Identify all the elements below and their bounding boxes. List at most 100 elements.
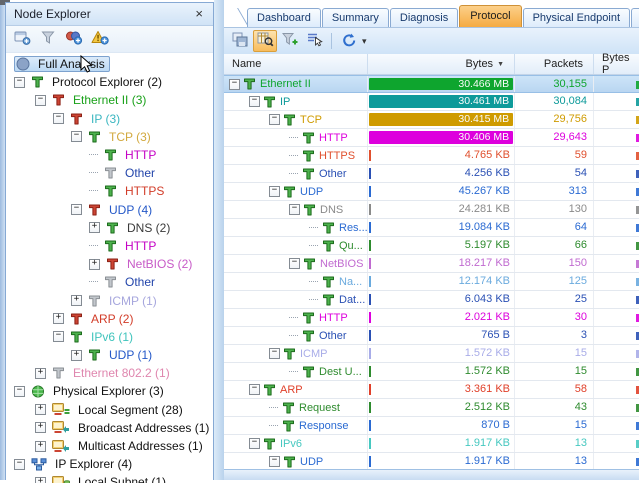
protocol-row-dat[interactable]: Dat... 6.043 KB 25 — [224, 291, 639, 309]
collapse-icon[interactable]: − — [269, 186, 280, 197]
tab-protocol[interactable]: Protocol — [459, 5, 522, 27]
bytes-value: 765 B — [481, 329, 510, 341]
tree-item-other[interactable]: Other — [6, 273, 213, 291]
expand-icon[interactable]: + — [71, 349, 82, 361]
tree-item-broadcast-addresses-1[interactable]: + Broadcast Addresses (1) — [6, 419, 213, 437]
tab-physical-endpoint[interactable]: Physical Endpoint — [522, 8, 631, 27]
tab-diagnosis[interactable]: Diagnosis — [389, 8, 459, 27]
panel-splitter[interactable] — [214, 0, 224, 480]
horizontal-scrollbar[interactable] — [224, 469, 639, 480]
tree-item-https[interactable]: HTTPS — [6, 182, 213, 200]
protocol-row-udp[interactable]: − UDP 45.267 KB 313 — [224, 183, 639, 201]
expand-icon[interactable]: + — [35, 440, 46, 452]
protocol-row-ipv6[interactable]: − IPv6 1.917 KB 13 — [224, 435, 639, 453]
export-button[interactable] — [229, 31, 251, 51]
tab-dashboard[interactable]: Dashboard — [247, 8, 321, 27]
collapse-icon[interactable]: − — [289, 204, 300, 215]
collapse-icon[interactable]: − — [53, 331, 64, 343]
collapse-icon[interactable]: − — [35, 94, 46, 106]
protocol-row-icmp[interactable]: − ICMP 1.572 KB 15 — [224, 345, 639, 363]
protocol-row-other[interactable]: Other 4.256 KB 54 — [224, 165, 639, 183]
tree-item-label: IP (3) — [91, 111, 121, 126]
display-filter-button[interactable] — [253, 30, 277, 52]
expand-icon[interactable]: + — [71, 295, 82, 307]
tree-item-udp-4[interactable]: − UDP (4) — [6, 201, 213, 219]
add-alarm-button[interactable] — [88, 29, 112, 49]
locate-node-button[interactable] — [303, 31, 325, 51]
collapse-icon[interactable]: − — [269, 114, 280, 125]
expand-icon[interactable]: + — [35, 404, 46, 416]
tree-item-ip-explorer-4[interactable]: − IP Explorer (4) — [6, 455, 213, 473]
protocol-row-tcp[interactable]: − TCP 30.415 MB 29,756 — [224, 111, 639, 129]
collapse-icon[interactable]: − — [229, 78, 240, 90]
tree-item-tcp-3[interactable]: − TCP (3) — [6, 128, 213, 146]
collapse-icon[interactable]: − — [53, 113, 64, 125]
collapse-icon[interactable]: − — [269, 456, 280, 467]
tree-item-label: IP Explorer (4) — [55, 457, 133, 472]
tree-item-physical-explorer-3[interactable]: − Physical Explorer (3) — [6, 382, 213, 400]
close-icon[interactable]: × — [193, 4, 205, 24]
expand-icon[interactable]: + — [89, 258, 100, 270]
protocol-row-http[interactable]: HTTP 2.021 KB 30 — [224, 309, 639, 327]
tree-item-full-analysis[interactable]: Full Analysis — [6, 55, 213, 73]
collapse-icon[interactable]: − — [71, 131, 82, 143]
protocol-row-response[interactable]: Response 870 B 15 — [224, 417, 639, 435]
protocol-row-https[interactable]: HTTPS 4.765 KB 59 — [224, 147, 639, 165]
tree-item-netbios-2[interactable]: + NetBIOS (2) — [6, 255, 213, 273]
tree-item-local-segment-28[interactable]: + Local Segment (28) — [6, 401, 213, 419]
tab-summary[interactable]: Summary — [321, 8, 389, 27]
collapse-icon[interactable]: − — [269, 348, 280, 359]
tree-item-http[interactable]: HTTP — [6, 237, 213, 255]
collapse-icon[interactable]: − — [14, 458, 25, 470]
tree-item-ethernet-802-2-1[interactable]: + Ethernet 802.2 (1) — [6, 364, 213, 382]
filter-button[interactable] — [36, 29, 60, 49]
tree-connector — [309, 280, 318, 283]
tree-item-ipv6-1[interactable]: − IPv6 (1) — [6, 328, 213, 346]
tree-item-ip-3[interactable]: − IP (3) — [6, 110, 213, 128]
protocol-row-netbios[interactable]: − NetBIOS 18.217 KB 150 — [224, 255, 639, 273]
protocol-row-arp[interactable]: − ARP 3.361 KB 58 — [224, 381, 639, 399]
add-profile-button[interactable] — [10, 29, 34, 49]
collapse-icon[interactable]: − — [71, 204, 82, 216]
tree-item-protocol-explorer-2[interactable]: − Protocol Explorer (2) — [6, 73, 213, 91]
tree-item-multicast-addresses-1[interactable]: + Multicast Addresses (1) — [6, 437, 213, 455]
tree-item-local-subnet-1[interactable]: + Local Subnet (1) — [6, 473, 213, 483]
column-header-bytes-p[interactable]: Bytes P — [594, 52, 639, 76]
protocol-row-ip[interactable]: − IP 30.461 MB 30,084 — [224, 93, 639, 111]
cell-bytes-per-second — [594, 183, 639, 200]
collapse-icon[interactable]: − — [14, 385, 25, 397]
collapse-icon[interactable]: − — [249, 96, 260, 107]
tree-item-other[interactable]: Other — [6, 164, 213, 182]
protocol-row-other[interactable]: Other 765 B 3 — [224, 327, 639, 345]
column-header-name[interactable]: Name — [224, 54, 368, 74]
expand-icon[interactable]: + — [35, 422, 46, 434]
collapse-icon[interactable]: − — [289, 258, 300, 269]
protocol-row-ethernet-ii[interactable]: − Ethernet II 30.466 MB 30,155 — [224, 75, 639, 93]
protocol-row-qu[interactable]: Qu... 5.197 KB 66 — [224, 237, 639, 255]
add-node-group-button[interactable] — [62, 29, 86, 49]
protocol-row-dest-u[interactable]: Dest U... 1.572 KB 15 — [224, 363, 639, 381]
tree-item-dns-2[interactable]: + DNS (2) — [6, 219, 213, 237]
collapse-icon[interactable]: − — [14, 76, 25, 88]
refresh-dropdown[interactable]: ▾ — [362, 36, 367, 47]
protocol-row-na[interactable]: Na... 12.174 KB 125 — [224, 273, 639, 291]
protocol-row-http[interactable]: HTTP 30.406 MB 29,643 — [224, 129, 639, 147]
tab-ip-endpoint[interactable]: IP Endpoint — [631, 8, 639, 27]
protocol-row-request[interactable]: Request 2.512 KB 43 — [224, 399, 639, 417]
tree-item-icmp-1[interactable]: + ICMP (1) — [6, 291, 213, 309]
collapse-icon[interactable]: − — [249, 438, 260, 449]
protocol-row-res[interactable]: Res... 19.084 KB 64 — [224, 219, 639, 237]
expand-icon[interactable]: + — [35, 367, 46, 379]
column-header-bytes[interactable]: Bytes ▼ — [368, 54, 515, 74]
expand-icon[interactable]: + — [89, 222, 100, 234]
add-filter-button[interactable] — [279, 31, 301, 51]
tree-item-arp-2[interactable]: + ARP (2) — [6, 310, 213, 328]
expand-icon[interactable]: + — [53, 313, 64, 325]
refresh-button[interactable] — [338, 31, 360, 51]
tree-item-ethernet-ii-3[interactable]: − Ethernet II (3) — [6, 91, 213, 109]
column-header-packets[interactable]: Packets — [515, 54, 594, 74]
protocol-row-dns[interactable]: − DNS 24.281 KB 130 — [224, 201, 639, 219]
tree-item-udp-1[interactable]: + UDP (1) — [6, 346, 213, 364]
tree-item-http[interactable]: HTTP — [6, 146, 213, 164]
collapse-icon[interactable]: − — [249, 384, 260, 395]
